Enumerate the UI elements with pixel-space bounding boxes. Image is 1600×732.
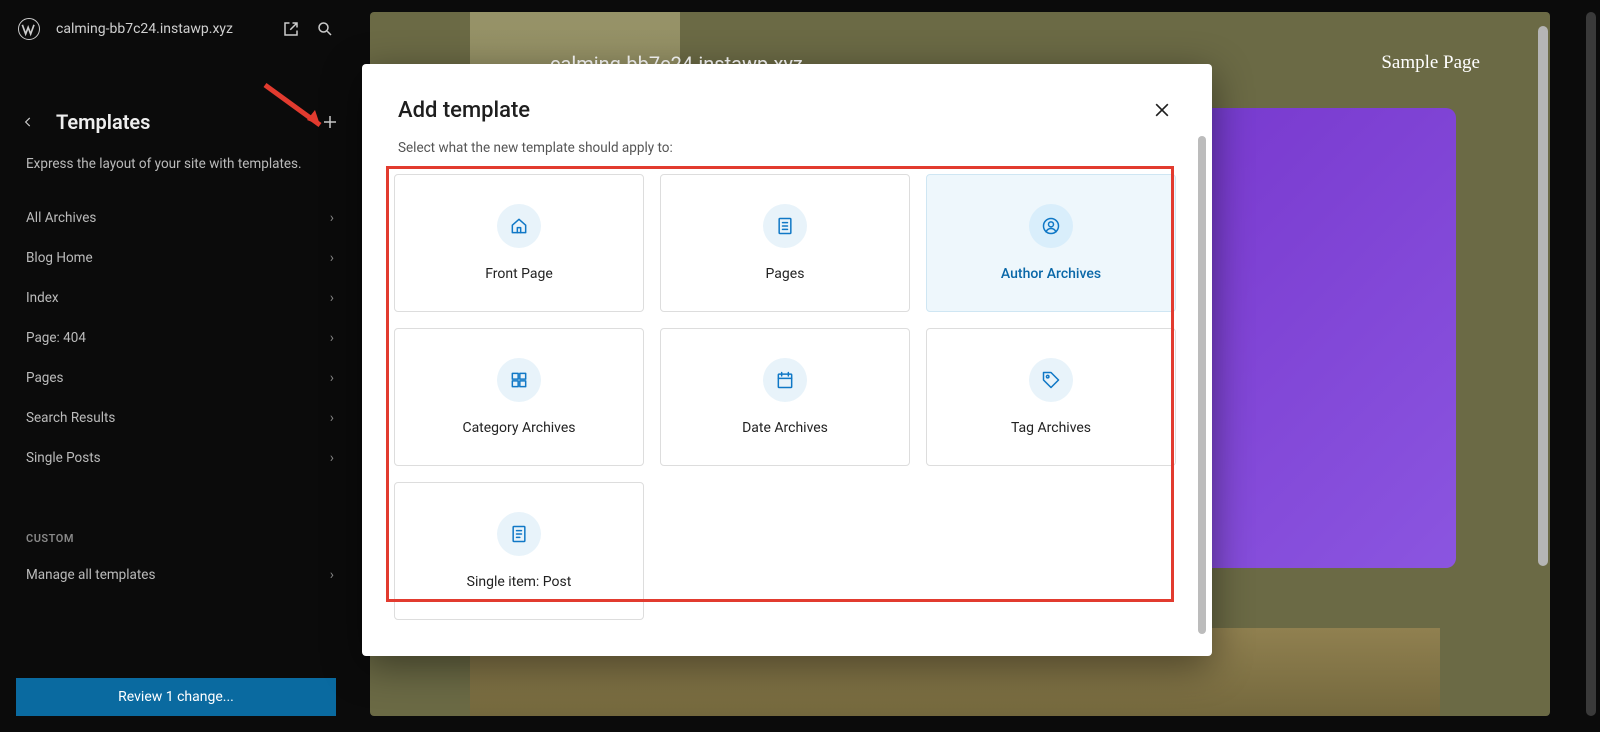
sidebar-template-list: All Archives › Blog Home › Index › Page: 40… xyxy=(0,198,360,478)
sidebar-item-page-404[interactable]: Page: 404 › xyxy=(0,318,360,358)
post-icon xyxy=(497,512,541,556)
sidebar-item-label: Single Posts xyxy=(26,450,101,466)
review-button-label: Review 1 change... xyxy=(118,689,234,705)
tag-icon xyxy=(1029,358,1073,402)
sidebar-item-label: Search Results xyxy=(26,410,115,426)
sidebar-item-pages[interactable]: Pages › xyxy=(0,358,360,398)
template-option-category-archives[interactable]: Category Archives xyxy=(394,328,644,466)
sidebar-item-label: Page: 404 xyxy=(26,330,86,346)
sidebar-item-single-posts[interactable]: Single Posts › xyxy=(0,438,360,478)
outer-scrollbar-track[interactable] xyxy=(1586,12,1596,716)
add-template-button[interactable] xyxy=(318,110,342,134)
template-option-label: Single item: Post xyxy=(467,574,572,590)
chevron-right-icon: › xyxy=(330,410,334,426)
search-icon[interactable] xyxy=(308,12,342,46)
template-option-date-archives[interactable]: Date Archives xyxy=(660,328,910,466)
sidebar-item-label: Pages xyxy=(26,370,64,386)
modal-description: Select what the new template should appl… xyxy=(362,134,1212,174)
sidebar-title: Templates xyxy=(56,110,318,134)
template-option-label: Author Archives xyxy=(1001,266,1101,282)
page-icon xyxy=(763,204,807,248)
calendar-icon xyxy=(763,358,807,402)
template-option-label: Date Archives xyxy=(742,420,828,436)
template-option-label: Pages xyxy=(766,266,805,282)
template-option-author-archives[interactable]: Author Archives xyxy=(926,174,1176,312)
wordpress-logo-icon[interactable] xyxy=(18,18,40,40)
review-changes-button[interactable]: Review 1 change... xyxy=(16,678,336,716)
template-option-grid: Front Page Pages Author Archives Category A… xyxy=(394,174,1190,620)
chevron-right-icon: › xyxy=(330,330,334,346)
chevron-right-icon: › xyxy=(330,370,334,386)
modal-scrollbar[interactable] xyxy=(1198,136,1206,634)
modal-title: Add template xyxy=(398,98,530,123)
template-option-single-item-post[interactable]: Single item: Post xyxy=(394,482,644,620)
top-bar: calming-bb7c24.instawp.xyz xyxy=(0,0,360,58)
template-option-label: Category Archives xyxy=(462,420,575,436)
template-option-pages[interactable]: Pages xyxy=(660,174,910,312)
site-url[interactable]: calming-bb7c24.instawp.xyz xyxy=(56,21,274,37)
grid-icon xyxy=(497,358,541,402)
author-icon xyxy=(1029,204,1073,248)
close-icon[interactable] xyxy=(1148,96,1176,124)
chevron-right-icon: › xyxy=(330,210,334,226)
template-option-tag-archives[interactable]: Tag Archives xyxy=(926,328,1176,466)
sidebar-item-manage-all[interactable]: Manage all templates › xyxy=(0,555,360,595)
chevron-right-icon: › xyxy=(330,567,334,583)
add-template-modal: Add template Select what the new templat… xyxy=(362,64,1212,656)
sidebar-item-index[interactable]: Index › xyxy=(0,278,360,318)
sidebar-custom-heading: CUSTOM xyxy=(0,478,360,555)
template-option-label: Front Page xyxy=(485,266,553,282)
sidebar-item-all-archives[interactable]: All Archives › xyxy=(0,198,360,238)
sidebar-item-label: Index xyxy=(26,290,59,306)
chevron-right-icon: › xyxy=(330,250,334,266)
back-chevron-icon[interactable] xyxy=(18,112,38,132)
sidebar-item-search-results[interactable]: Search Results › xyxy=(0,398,360,438)
modal-body: Front Page Pages Author Archives Category A… xyxy=(362,174,1212,634)
sidebar-item-label: All Archives xyxy=(26,210,96,226)
template-option-front-page[interactable]: Front Page xyxy=(394,174,644,312)
canvas-scrollbar[interactable] xyxy=(1538,26,1548,566)
canvas-sample-page-link[interactable]: Sample Page xyxy=(1381,52,1480,74)
sidebar-item-label: Blog Home xyxy=(26,250,93,266)
chevron-right-icon: › xyxy=(330,290,334,306)
home-icon xyxy=(497,204,541,248)
sidebar-item-label: Manage all templates xyxy=(26,567,155,583)
sidebar: Templates Express the layout of your sit… xyxy=(0,58,360,732)
sidebar-item-blog-home[interactable]: Blog Home › xyxy=(0,238,360,278)
sidebar-description: Express the layout of your site with tem… xyxy=(0,148,360,198)
template-option-label: Tag Archives xyxy=(1011,420,1091,436)
chevron-right-icon: › xyxy=(330,450,334,466)
open-external-icon[interactable] xyxy=(274,12,308,46)
